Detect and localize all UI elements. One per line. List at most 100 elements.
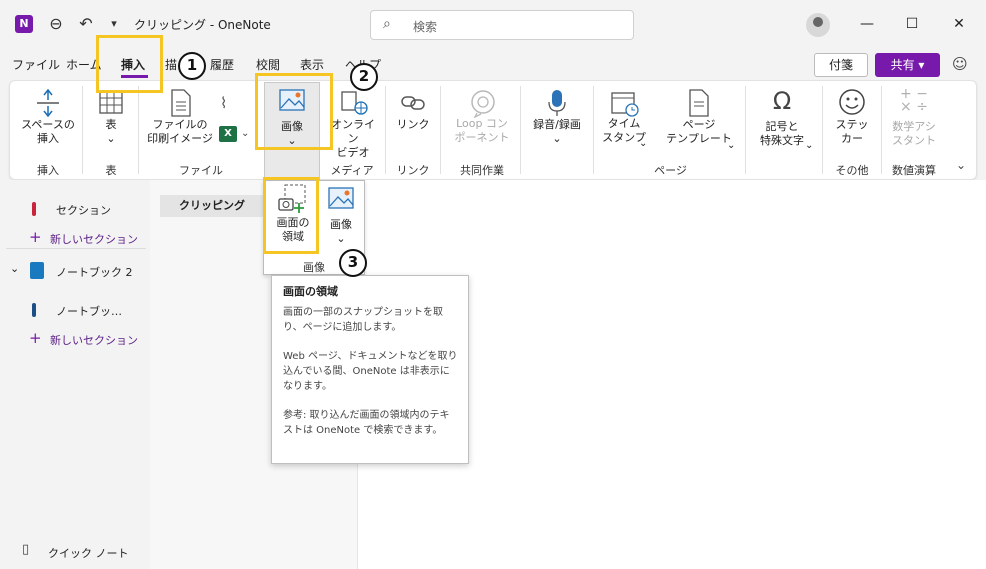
tab-review[interactable]: 校閲 <box>256 56 280 73</box>
back-icon[interactable]: ⊖ <box>44 12 68 36</box>
separator <box>82 86 83 174</box>
separator <box>593 86 594 174</box>
share-label: 共有 <box>890 58 915 72</box>
sidebar-divider <box>6 248 146 249</box>
spreadsheet-icon[interactable]: X <box>219 126 237 142</box>
search-input[interactable]: ⌕ 検索 <box>370 10 634 40</box>
step-marker-1: 1 <box>178 52 206 80</box>
group-label-table: 表 <box>105 164 117 177</box>
file-printout-label: ファイルの 印刷イメージ <box>147 118 213 145</box>
highlight-insert-tab <box>96 35 163 93</box>
math-assistant-button[interactable]: + − × ÷ 数学アシ スタント <box>886 87 942 148</box>
sidebar-section-1[interactable]: セクション <box>0 197 150 221</box>
maximize-button[interactable]: ☐ <box>897 10 927 38</box>
chevron-down-icon: ⌄ <box>336 232 346 245</box>
online-video-button[interactable]: オンライン ビデオ <box>328 88 378 160</box>
link-label: リンク <box>396 118 430 131</box>
table-button[interactable]: 表 ⌄ <box>92 88 130 146</box>
spreadsheet-dropdown-icon[interactable]: ⌄ <box>241 128 249 139</box>
page-template-button[interactable]: ページ テンプレート <box>660 88 738 146</box>
sticky-notes-button[interactable]: 付箋 <box>814 53 868 77</box>
link-button[interactable]: リンク <box>394 88 432 132</box>
loop-icon <box>468 88 496 118</box>
math-assistant-label: 数学アシ スタント <box>892 120 936 147</box>
separator <box>440 86 441 174</box>
online-video-label: オンライン ビデオ <box>331 118 375 159</box>
attach-file-icon[interactable]: ⌇ <box>220 94 227 112</box>
sidebar-new-section-1[interactable]: + 新しいセクション <box>0 226 150 250</box>
tooltip-paragraph-2: Web ページ、ドキュメントなどを取り込んでいる間、OneNote は非表示にな… <box>283 351 458 392</box>
page-template-dropdown-icon[interactable]: ⌄ <box>727 140 735 151</box>
group-label-file: ファイル <box>179 164 223 177</box>
record-dropdown-icon: ⌄ <box>552 132 562 145</box>
microphone-icon <box>543 88 571 116</box>
highlight-screen-clipping <box>263 177 319 254</box>
dropdown-image-button[interactable]: 画像 ⌄ <box>321 186 361 246</box>
link-icon <box>399 88 427 114</box>
file-printout-icon <box>166 88 194 117</box>
group-label-collab: 共同作業 <box>460 164 504 177</box>
timestamp-dropdown-icon[interactable]: ⌄ <box>639 138 647 149</box>
tab-view[interactable]: 表示 <box>300 56 324 73</box>
sidebar-new-section-2[interactable]: + 新しいセクション <box>0 327 150 351</box>
page-template-icon <box>685 88 713 117</box>
group-label-insert: 挿入 <box>37 164 59 177</box>
sidebar-notebook-2[interactable]: ⌄ ノートブック 2 <box>0 259 150 283</box>
file-printout-button[interactable]: ファイルの 印刷イメージ <box>146 88 214 146</box>
share-button[interactable]: 共有 ▾ <box>875 53 940 77</box>
insert-space-button[interactable]: スペースの 挿入 <box>20 88 76 146</box>
record-button[interactable]: 録音/録画 ⌄ <box>528 88 586 146</box>
group-label-media: メディア <box>330 164 374 177</box>
loop-component-button[interactable]: Loop コン ポーネント <box>450 88 514 145</box>
notebook-2-label: ノートブック 2 <box>56 266 133 279</box>
sidebar-quick-notes[interactable]: ▯ クイック ノート <box>0 540 150 564</box>
section-color-icon <box>32 303 36 317</box>
online-video-icon <box>339 88 368 115</box>
separator <box>138 86 139 174</box>
undo-icon[interactable]: ↶ <box>74 12 98 36</box>
screen-clipping-tooltip: 画面の領域 画面の一部のスナップショットを取り、ページに追加します。 Web ペ… <box>271 275 469 464</box>
calendar-clock-icon <box>610 88 639 117</box>
tooltip-paragraph-3: 参考: 取り込んだ画面の領域内のテキストは OneNote で検索できます。 <box>283 410 450 436</box>
separator <box>745 86 746 174</box>
ribbon-collapse-icon[interactable]: ⌄ <box>956 158 966 172</box>
separator <box>822 86 823 174</box>
highlight-image-button <box>255 73 333 150</box>
quick-notes-icon: ▯ <box>22 542 30 557</box>
window-title: クリッピング - OneNote <box>134 18 271 32</box>
group-label-link: リンク <box>396 164 430 177</box>
tooltip-title: 画面の領域 <box>283 285 338 298</box>
tab-history[interactable]: 履歴 <box>210 56 234 73</box>
sticker-label: ステッ カー <box>835 118 869 145</box>
dropdown-image-label: 画像 <box>330 218 352 231</box>
symbol-button[interactable]: Ω 記号と 特殊文字 <box>750 88 814 148</box>
new-section-2-label: 新しいセクション <box>50 334 138 347</box>
sidebar-section-2[interactable]: ノートブッ… <box>0 298 150 322</box>
insert-space-icon <box>34 88 62 118</box>
tab-file[interactable]: ファイル <box>12 56 60 73</box>
quick-access-dropdown-icon[interactable]: ▾ <box>102 12 126 36</box>
page-item-clipping[interactable]: クリッピング <box>160 195 264 217</box>
search-placeholder: 検索 <box>413 20 438 34</box>
plus-icon: + <box>29 329 42 347</box>
quick-notes-label: クイック ノート <box>48 547 129 560</box>
search-icon: ⌕ <box>383 16 391 32</box>
loop-component-label: Loop コン ポーネント <box>454 117 510 144</box>
group-label-math: 数値演算 <box>892 164 936 177</box>
feedback-icon[interactable]: ☺ <box>952 55 968 73</box>
sticker-button[interactable]: ステッ カー <box>830 88 874 146</box>
group-label-other: その他 <box>835 164 869 177</box>
symbol-dropdown-icon[interactable]: ⌄ <box>805 140 813 151</box>
notebook-icon <box>30 262 44 279</box>
onenote-app-icon: N <box>15 15 33 33</box>
section-2-label: ノートブッ… <box>56 305 122 318</box>
timestamp-button[interactable]: タイム スタンプ <box>598 88 650 145</box>
table-dropdown-icon: ⌄ <box>106 132 116 145</box>
separator <box>520 86 521 174</box>
minimize-button[interactable]: — <box>852 10 882 38</box>
table-label: 表 <box>105 118 117 131</box>
close-button[interactable]: ✕ <box>944 10 974 38</box>
avatar[interactable] <box>806 13 830 37</box>
tab-draw[interactable]: 描 <box>165 56 177 73</box>
plus-icon: + <box>29 228 42 246</box>
